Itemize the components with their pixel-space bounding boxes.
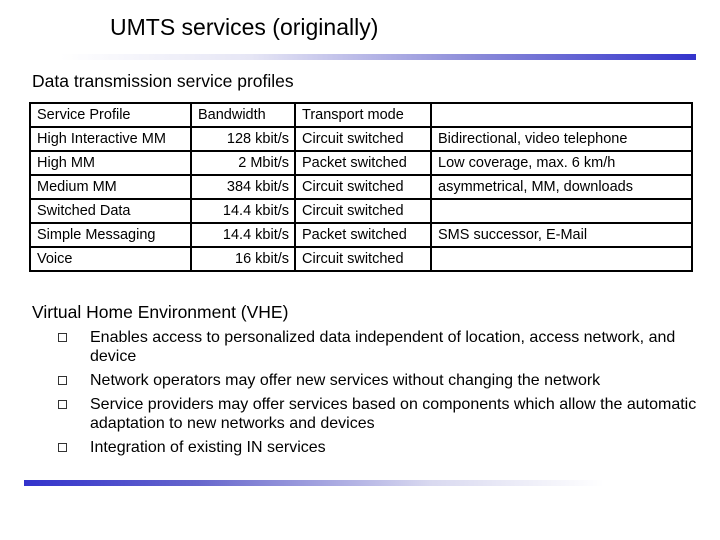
cell-notes: SMS successor, E-Mail [430, 222, 693, 248]
table-row: High Interactive MM 128 kbit/s Circuit s… [29, 126, 693, 152]
cell-service-profile: High Interactive MM [29, 126, 192, 152]
table-row: High MM 2 Mbit/s Packet switched Low cov… [29, 150, 693, 176]
service-profiles-table: Service Profile Bandwidth Transport mode… [29, 102, 693, 272]
hollow-square-bullet-icon [58, 400, 67, 409]
hollow-square-bullet-icon [58, 376, 67, 385]
bullet-text: Network operators may offer new services… [90, 372, 601, 389]
cell-bandwidth: 384 kbit/s [190, 174, 296, 200]
cell-notes: Low coverage, max. 6 km/h [430, 150, 693, 176]
cell-bandwidth: 128 kbit/s [190, 126, 296, 152]
section-heading-vhe: Virtual Home Environment (VHE) [32, 302, 289, 322]
cell-service-profile: Switched Data [29, 198, 192, 224]
cell-notes: Bidirectional, video telephone [430, 126, 693, 152]
cell-bandwidth: 2 Mbit/s [190, 150, 296, 176]
header-cell-service-profile: Service Profile [29, 102, 192, 128]
cell-transport-mode: Circuit switched [294, 126, 432, 152]
list-item: Integration of existing IN services [56, 438, 706, 457]
section-heading-service-profiles: Data transmission service profiles [32, 71, 294, 91]
top-gradient-divider [60, 54, 696, 60]
header-cell-notes [430, 102, 693, 128]
cell-notes: asymmetrical, MM, downloads [430, 174, 693, 200]
table-row: Medium MM 384 kbit/s Circuit switched as… [29, 174, 693, 200]
list-item: Enables access to personalized data inde… [56, 328, 706, 366]
cell-bandwidth: 14.4 kbit/s [190, 198, 296, 224]
bullet-text: Enables access to personalized data inde… [90, 329, 676, 365]
hollow-square-bullet-icon [58, 333, 67, 342]
cell-transport-mode: Packet switched [294, 222, 432, 248]
table-row: Simple Messaging 14.4 kbit/s Packet swit… [29, 222, 693, 248]
table-row: Switched Data 14.4 kbit/s Circuit switch… [29, 198, 693, 224]
bottom-gradient-divider [24, 480, 604, 486]
cell-notes [430, 198, 693, 224]
cell-bandwidth: 14.4 kbit/s [190, 222, 296, 248]
cell-transport-mode: Circuit switched [294, 174, 432, 200]
cell-service-profile: Voice [29, 246, 192, 272]
header-cell-transport-mode: Transport mode [294, 102, 432, 128]
cell-service-profile: Medium MM [29, 174, 192, 200]
list-item: Service providers may offer services bas… [56, 395, 706, 433]
cell-service-profile: Simple Messaging [29, 222, 192, 248]
header-cell-bandwidth: Bandwidth [190, 102, 296, 128]
cell-bandwidth: 16 kbit/s [190, 246, 296, 272]
cell-transport-mode: Circuit switched [294, 246, 432, 272]
slide-title: UMTS services (originally) [110, 14, 379, 40]
table-row: Voice 16 kbit/s Circuit switched [29, 246, 693, 272]
table-header-row: Service Profile Bandwidth Transport mode [29, 102, 693, 128]
cell-transport-mode: Circuit switched [294, 198, 432, 224]
cell-transport-mode: Packet switched [294, 150, 432, 176]
hollow-square-bullet-icon [58, 443, 67, 452]
bullet-text: Integration of existing IN services [90, 439, 326, 456]
bullet-text: Service providers may offer services bas… [90, 396, 697, 432]
vhe-bullet-list: Enables access to personalized data inde… [56, 328, 706, 462]
cell-service-profile: High MM [29, 150, 192, 176]
list-item: Network operators may offer new services… [56, 371, 706, 390]
cell-notes [430, 246, 693, 272]
